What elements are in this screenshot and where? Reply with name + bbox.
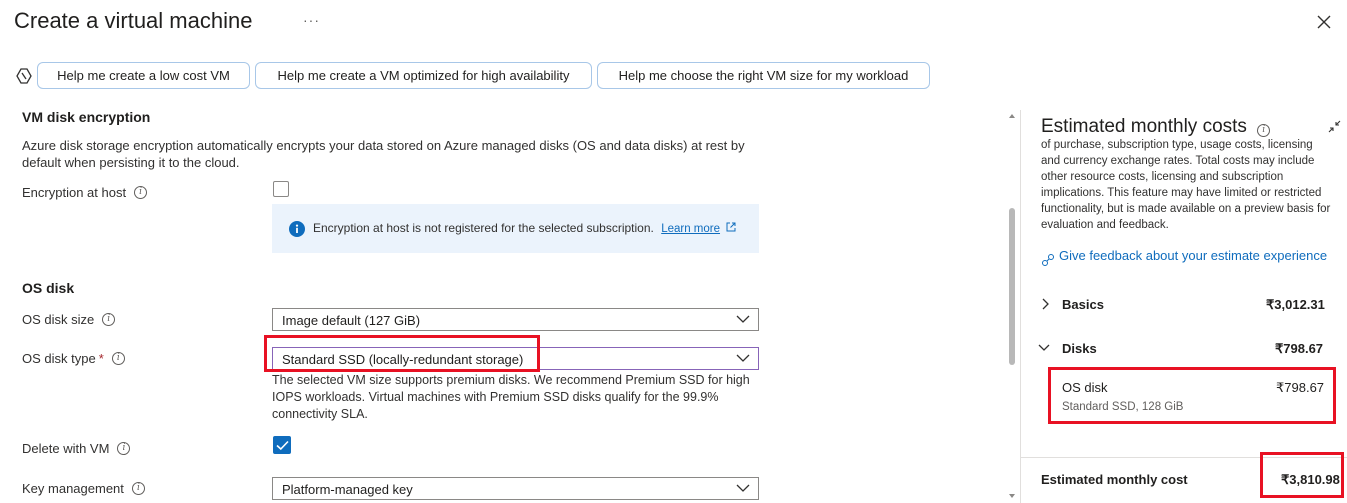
encryption-info-text-wrap: Encryption at host is not registered for… xyxy=(313,221,736,235)
chevron-down-icon xyxy=(736,315,750,323)
os-disk-heading: OS disk xyxy=(22,280,75,296)
encryption-heading: VM disk encryption xyxy=(22,109,151,125)
info-icon[interactable]: i xyxy=(1257,124,1271,137)
key-management-dropdown[interactable]: Platform-managed key xyxy=(272,477,759,500)
cost-panel-title: Estimated monthly costs i xyxy=(1041,116,1271,138)
total-cost: ₹3,810.98 xyxy=(1281,472,1340,487)
encryption-info-text: Encryption at host is not registered for… xyxy=(313,221,654,235)
os-disk-cost-label: OS disk xyxy=(1062,380,1108,395)
os-disk-type-dropdown[interactable]: Standard SSD (locally-redundant storage) xyxy=(272,347,759,370)
collapse-icon[interactable] xyxy=(1328,120,1341,133)
feedback-icon xyxy=(1042,254,1054,266)
encryption-host-label: Encryption at host i xyxy=(22,185,148,200)
info-icon[interactable]: i xyxy=(117,442,131,455)
copilot-prompt-vm-size[interactable]: Help me choose the right VM size for my … xyxy=(597,62,930,89)
os-disk-cost: ₹798.67 xyxy=(1276,380,1325,395)
info-filled-icon xyxy=(289,221,305,237)
os-disk-type-label: OS disk type * i xyxy=(22,351,125,366)
key-management-label: Key management i xyxy=(22,481,145,496)
info-icon[interactable]: i xyxy=(111,352,125,365)
chevron-down-icon[interactable] xyxy=(1038,344,1050,352)
os-disk-type-value: Standard SSD (locally-redundant storage) xyxy=(282,352,524,367)
delete-with-vm-label-text: Delete with VM xyxy=(22,441,110,456)
disks-cost: ₹798.67 xyxy=(1275,341,1324,356)
copilot-prompt-low-cost[interactable]: Help me create a low cost VM xyxy=(37,62,250,89)
encryption-description: Azure disk storage encryption automatica… xyxy=(22,138,745,170)
info-icon[interactable]: i xyxy=(102,313,116,326)
feedback-link[interactable]: Give feedback about your estimate experi… xyxy=(1059,246,1329,265)
chevron-down-icon xyxy=(736,484,750,492)
copilot-prompt-high-availability[interactable]: Help me create a VM optimized for high a… xyxy=(255,62,592,89)
more-options-button[interactable]: ··· xyxy=(303,12,320,28)
total-cost-label: Estimated monthly cost xyxy=(1041,472,1188,487)
close-icon[interactable] xyxy=(1313,11,1335,33)
cost-panel-disclaimer: of purchase, subscription type, usage co… xyxy=(1041,139,1331,231)
required-asterisk: * xyxy=(98,351,104,366)
disks-label[interactable]: Disks xyxy=(1062,341,1097,356)
basics-cost: ₹3,012.31 xyxy=(1266,297,1325,312)
learn-more-link[interactable]: Learn more xyxy=(661,223,720,235)
divider xyxy=(1021,457,1347,458)
copilot-icon xyxy=(16,68,32,84)
page-title: Create a virtual machine xyxy=(14,8,253,33)
chevron-down-icon xyxy=(736,354,750,362)
scrollbar-thumb[interactable] xyxy=(1009,208,1015,365)
key-management-value: Platform-managed key xyxy=(282,482,413,497)
basics-label[interactable]: Basics xyxy=(1062,297,1104,312)
info-icon[interactable]: i xyxy=(131,482,145,495)
os-disk-cost-detail: Standard SSD, 128 GiB xyxy=(1062,401,1184,413)
cost-panel-title-text: Estimated monthly costs xyxy=(1041,116,1247,137)
chevron-right-icon[interactable] xyxy=(1041,298,1049,310)
checkmark-icon xyxy=(276,440,289,451)
delete-with-vm-label: Delete with VM i xyxy=(22,441,131,456)
os-disk-size-dropdown[interactable]: Image default (127 GiB) xyxy=(272,308,759,331)
info-icon[interactable]: i xyxy=(134,186,148,199)
os-disk-size-label-text: OS disk size xyxy=(22,312,95,327)
os-disk-type-label-text: OS disk type xyxy=(22,351,96,366)
external-link-icon xyxy=(726,222,736,232)
encryption-host-checkbox[interactable] xyxy=(273,181,289,197)
delete-with-vm-checkbox[interactable] xyxy=(273,436,291,454)
os-disk-size-value: Image default (127 GiB) xyxy=(282,313,421,328)
encryption-info-banner: Encryption at host is not registered for… xyxy=(272,204,759,253)
key-management-label-text: Key management xyxy=(22,481,124,496)
encryption-host-label-text: Encryption at host xyxy=(22,185,127,200)
os-disk-type-note: The selected VM size supports premium di… xyxy=(272,373,750,421)
os-disk-size-label: OS disk size i xyxy=(22,312,116,327)
